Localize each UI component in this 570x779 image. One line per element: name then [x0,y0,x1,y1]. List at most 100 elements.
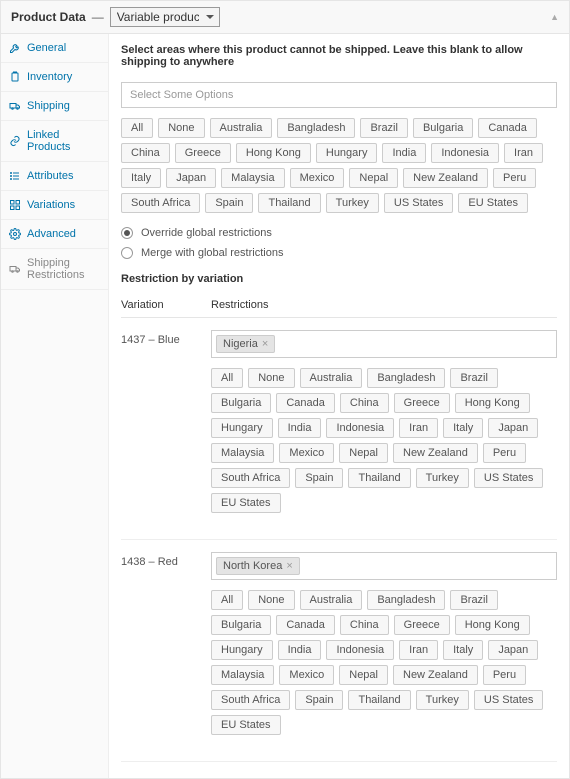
location-chip[interactable]: Hong Kong [236,143,311,163]
location-chip[interactable]: Bangladesh [367,590,445,610]
location-chip[interactable]: Hungary [211,418,273,438]
location-chip[interactable]: Brazil [450,368,498,388]
location-chip[interactable]: Italy [443,640,483,660]
location-chip[interactable]: Thailand [348,690,410,710]
variation-multiselect[interactable]: North Korea× [211,552,557,580]
location-chip[interactable]: All [211,368,243,388]
location-chip[interactable]: New Zealand [393,443,478,463]
location-chip[interactable]: Greece [175,143,231,163]
location-chip[interactable]: Australia [300,368,363,388]
location-chip[interactable]: Nepal [339,443,388,463]
sidebar-item-shipping[interactable]: Shipping [1,92,108,121]
location-chip[interactable]: Italy [121,168,161,188]
location-chip[interactable]: Iran [504,143,543,163]
location-chip[interactable]: Italy [443,418,483,438]
location-chip[interactable]: US States [474,468,544,488]
option-override[interactable]: Override global restrictions [121,227,557,239]
location-chip[interactable]: Mexico [279,665,334,685]
location-chip[interactable]: Iran [399,640,438,660]
location-chip[interactable]: New Zealand [393,665,478,685]
location-chip[interactable]: Turkey [416,468,469,488]
location-chip[interactable]: Thailand [258,193,320,213]
location-chip[interactable]: Hong Kong [455,615,530,635]
location-chip[interactable]: Australia [300,590,363,610]
location-chip[interactable]: Greece [394,615,450,635]
sidebar-item-general[interactable]: General [1,34,108,63]
location-chip[interactable]: Hungary [316,143,378,163]
location-chip[interactable]: Japan [488,640,538,660]
sidebar-item-linked[interactable]: Linked Products [1,121,108,162]
location-chip[interactable]: Peru [493,168,536,188]
location-chip[interactable]: EU States [458,193,528,213]
variation-multiselect[interactable]: Nigeria× [211,330,557,358]
sidebar-item-attributes[interactable]: Attributes [1,162,108,191]
location-chip[interactable]: Brazil [360,118,408,138]
location-chip[interactable]: South Africa [211,468,290,488]
location-chip[interactable]: Turkey [416,690,469,710]
location-chip[interactable]: Nepal [339,665,388,685]
location-chip[interactable]: Peru [483,443,526,463]
location-chip[interactable]: None [248,590,294,610]
sidebar-item-advanced[interactable]: Advanced [1,220,108,249]
location-chip[interactable]: Spain [295,690,343,710]
location-chip[interactable]: Mexico [279,443,334,463]
location-chip[interactable]: Brazil [450,590,498,610]
location-chip[interactable]: China [121,143,170,163]
location-chip[interactable]: Canada [276,615,335,635]
location-chip[interactable]: Bulgaria [211,615,271,635]
remove-tag-icon[interactable]: × [286,560,292,572]
location-chip[interactable]: Hong Kong [455,393,530,413]
product-type-select[interactable]: Variable product [110,7,220,27]
sidebar-item-inventory[interactable]: Inventory [1,63,108,92]
location-chip[interactable]: Japan [166,168,216,188]
location-chip[interactable]: India [382,143,426,163]
location-chip[interactable]: South Africa [211,690,290,710]
option-merge[interactable]: Merge with global restrictions [121,247,557,259]
location-chip[interactable]: Canada [478,118,537,138]
location-chip[interactable]: Bangladesh [277,118,355,138]
location-chip[interactable]: Spain [295,468,343,488]
location-chip[interactable]: Malaysia [221,168,284,188]
restrictions-multiselect[interactable]: Select Some Options [121,82,557,108]
remove-tag-icon[interactable]: × [262,338,268,350]
variation-name: 1437 – Blue [121,330,211,527]
location-chip[interactable]: EU States [211,493,281,513]
location-chip[interactable]: Mexico [290,168,345,188]
location-chip[interactable]: US States [384,193,454,213]
location-chip[interactable]: New Zealand [403,168,488,188]
location-chip[interactable]: Malaysia [211,665,274,685]
location-chip[interactable]: Spain [205,193,253,213]
location-chip[interactable]: Australia [210,118,273,138]
location-chip[interactable]: Bangladesh [367,368,445,388]
sidebar-item-variations[interactable]: Variations [1,191,108,220]
location-chip[interactable]: China [340,615,389,635]
location-chip[interactable]: Hungary [211,640,273,660]
location-chip[interactable]: Greece [394,393,450,413]
location-chip[interactable]: Peru [483,665,526,685]
location-chip[interactable]: Malaysia [211,443,274,463]
location-chip[interactable]: South Africa [121,193,200,213]
location-chip[interactable]: Turkey [326,193,379,213]
location-chip[interactable]: Bulgaria [211,393,271,413]
location-chip[interactable]: Thailand [348,468,410,488]
location-chip[interactable]: EU States [211,715,281,735]
location-chip[interactable]: Canada [276,393,335,413]
location-chip[interactable]: All [211,590,243,610]
location-chip[interactable]: India [278,640,322,660]
location-chip[interactable]: Indonesia [326,640,394,660]
location-chip[interactable]: India [278,418,322,438]
location-chip[interactable]: Nepal [349,168,398,188]
location-chip[interactable]: China [340,393,389,413]
collapse-toggle[interactable]: ▲ [550,12,559,22]
sidebar-item-shipping-restrictions[interactable]: Shipping Restrictions [1,249,108,290]
location-chip[interactable]: None [248,368,294,388]
location-chip[interactable]: Japan [488,418,538,438]
location-chip[interactable]: None [158,118,204,138]
selected-tag: North Korea× [216,557,300,575]
location-chip[interactable]: All [121,118,153,138]
location-chip[interactable]: US States [474,690,544,710]
location-chip[interactable]: Indonesia [326,418,394,438]
location-chip[interactable]: Indonesia [431,143,499,163]
location-chip[interactable]: Bulgaria [413,118,473,138]
location-chip[interactable]: Iran [399,418,438,438]
